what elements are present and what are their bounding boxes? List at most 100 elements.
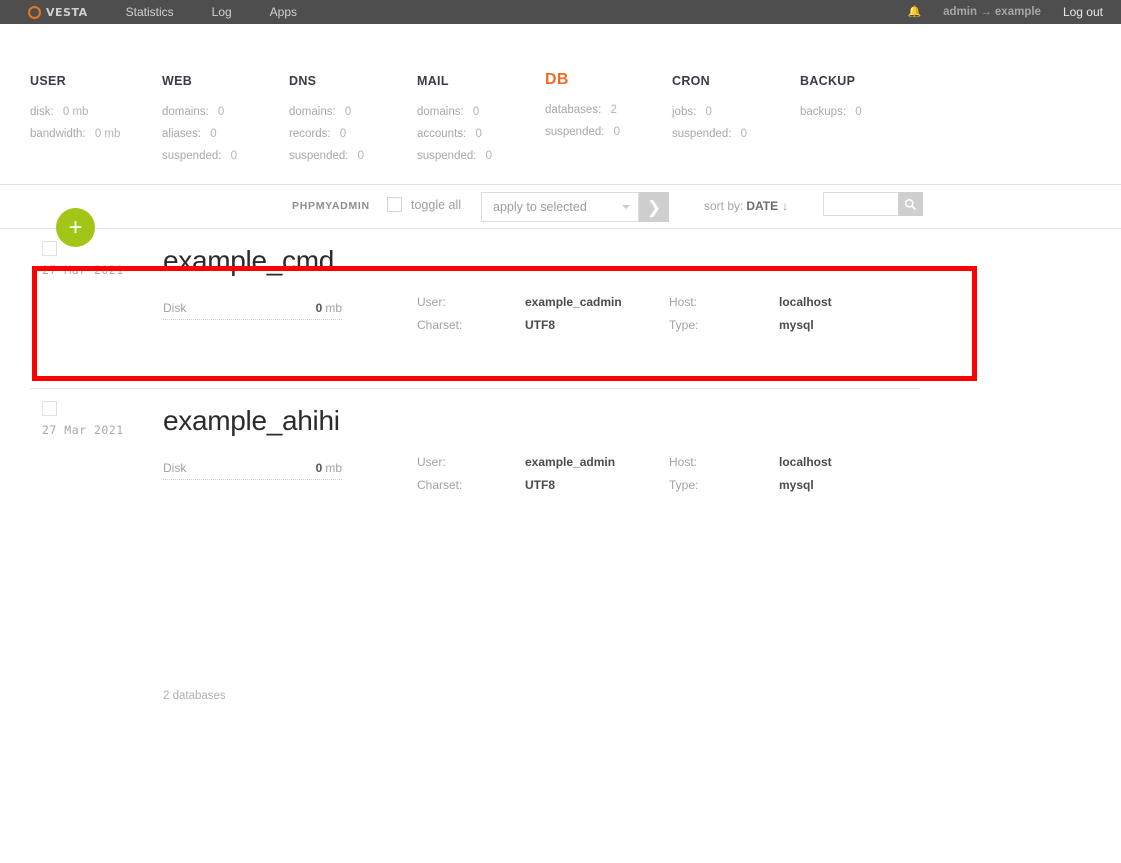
- stat-column-db[interactable]: DB databases: 2 suspended: 0: [545, 71, 620, 148]
- toggle-all-control[interactable]: toggle all: [387, 197, 461, 212]
- stat-row: records: 0: [289, 128, 364, 140]
- chevron-down-icon: [622, 205, 630, 209]
- user-context-label[interactable]: admin → example: [943, 6, 1041, 18]
- stat-column-backup[interactable]: BACKUP backups: 0: [800, 74, 862, 128]
- host-value: localhost: [779, 295, 832, 309]
- search-input[interactable]: [823, 192, 898, 216]
- disk-usage-block: Disk 0 mb: [163, 461, 342, 480]
- stats-panel: USER disk: 0 mb bandwidth: 0 mb WEB doma…: [0, 24, 1121, 205]
- stat-key: accounts:: [417, 128, 467, 140]
- stat-row: accounts: 0: [417, 128, 492, 140]
- sort-by-value: DATE: [746, 199, 779, 213]
- database-count-label: 2 databases: [163, 690, 226, 702]
- row-type-field: Type:: [669, 318, 698, 332]
- stat-key: suspended:: [417, 150, 477, 162]
- search-group: [823, 192, 923, 216]
- stat-row: databases: 2: [545, 104, 620, 116]
- stat-key: disk:: [30, 106, 54, 118]
- user-label: User:: [417, 295, 446, 309]
- nav-item-log[interactable]: Log: [212, 5, 232, 19]
- stat-value: 0: [855, 106, 862, 118]
- stat-column-dns[interactable]: DNS domains: 0 records: 0 suspended: 0: [289, 74, 364, 172]
- host-value: localhost: [779, 455, 832, 469]
- stat-key: suspended:: [162, 150, 222, 162]
- apply-to-selected-value: apply to selected: [493, 200, 587, 214]
- vesta-ring-icon: [28, 5, 41, 19]
- stat-key: jobs:: [672, 106, 697, 118]
- vesta-logo[interactable]: VESTA: [28, 5, 88, 19]
- top-navigation-bar: VESTA Statistics Log Apps 🔔 admin → exam…: [0, 0, 1121, 24]
- stat-key: suspended:: [545, 126, 605, 138]
- stat-value: 0: [357, 150, 365, 162]
- search-icon: [904, 198, 917, 210]
- disk-unit: mb: [325, 301, 342, 315]
- stat-row: jobs: 0: [672, 106, 747, 118]
- stat-title-mail: MAIL: [417, 74, 449, 88]
- user-value: example_admin: [525, 455, 616, 469]
- stat-value: 0: [740, 128, 748, 140]
- stat-value: 0: [339, 128, 347, 140]
- row-charset-value-wrap: UTF8: [525, 478, 555, 492]
- row-charset-value-wrap: UTF8: [525, 318, 555, 332]
- stat-row: suspended: 0: [289, 150, 364, 162]
- stat-column-mail[interactable]: MAIL domains: 0 accounts: 0 suspended: 0: [417, 74, 492, 172]
- phpmyadmin-link[interactable]: PHPMYADMIN: [292, 200, 370, 212]
- top-bar-right-group: 🔔 admin → example Log out: [907, 0, 1121, 24]
- row-type-value-wrap: mysql: [779, 318, 814, 332]
- type-label: Type:: [669, 478, 699, 492]
- disk-value-group: 0 mb: [316, 301, 342, 315]
- row-type-value-wrap: mysql: [779, 478, 814, 492]
- stat-title-backup: BACKUP: [800, 74, 856, 88]
- row-select-checkbox[interactable]: [42, 401, 57, 416]
- disk-usage-block: Disk 0 mb: [163, 301, 342, 320]
- nav-item-statistics[interactable]: Statistics: [126, 5, 174, 19]
- bell-icon[interactable]: 🔔: [907, 6, 921, 18]
- charset-value: UTF8: [525, 478, 555, 492]
- stat-title-user: USER: [30, 74, 66, 88]
- stat-row: suspended: 0: [417, 150, 492, 162]
- stat-key: aliases:: [162, 128, 201, 140]
- database-name[interactable]: example_ahihi: [163, 405, 340, 437]
- host-label: Host:: [669, 455, 698, 469]
- search-button[interactable]: [898, 192, 923, 216]
- stat-value: 0: [210, 128, 217, 140]
- table-row[interactable]: 27 Mar 2021 example_ahihi Disk 0 mb User:…: [0, 389, 1121, 549]
- stat-row: backups: 0: [800, 106, 862, 118]
- stat-row: domains: 0: [417, 106, 492, 118]
- stat-row: suspended: 0: [162, 150, 237, 162]
- database-list: 27 Mar 2021 example_cmd Disk 0 mb User: e…: [0, 229, 1121, 549]
- type-label: Type:: [669, 318, 699, 332]
- stat-key: bandwidth:: [30, 128, 86, 140]
- stat-column-web[interactable]: WEB domains: 0 aliases: 0 suspended: 0: [162, 74, 237, 172]
- stat-key: databases:: [545, 104, 602, 116]
- stat-column-cron[interactable]: CRON jobs: 0 suspended: 0: [672, 74, 747, 150]
- sort-by-label: sort by:: [704, 199, 744, 213]
- stat-key: domains:: [162, 106, 209, 118]
- stat-title-web: WEB: [162, 74, 193, 88]
- stat-title-dns: DNS: [289, 74, 317, 88]
- stat-value: 0 mb: [62, 106, 89, 118]
- database-name[interactable]: example_cmd: [163, 245, 334, 277]
- stat-value: 0: [217, 106, 225, 118]
- toggle-all-checkbox[interactable]: [387, 197, 402, 212]
- table-row[interactable]: 27 Mar 2021 example_cmd Disk 0 mb User: e…: [0, 229, 1121, 389]
- stat-row: bandwidth: 0 mb: [30, 128, 120, 140]
- stat-column-user[interactable]: USER disk: 0 mb bandwidth: 0 mb: [30, 74, 120, 150]
- apply-to-selected-select[interactable]: apply to selected: [481, 192, 639, 222]
- stat-key: domains:: [289, 106, 336, 118]
- disk-value-group: 0 mb: [316, 461, 342, 475]
- sort-direction-icon: ↓: [782, 199, 789, 213]
- row-host-value-wrap: localhost: [779, 295, 832, 309]
- stat-title-cron: CRON: [672, 74, 711, 88]
- stat-value: 0: [705, 106, 712, 118]
- nav-item-apps[interactable]: Apps: [270, 5, 297, 19]
- row-user-field: User:: [417, 455, 446, 469]
- plus-icon: +: [68, 213, 83, 241]
- row-select-checkbox[interactable]: [42, 241, 57, 256]
- charset-label: Charset:: [417, 318, 463, 332]
- add-database-button[interactable]: +: [56, 208, 95, 247]
- user-label: User:: [417, 455, 446, 469]
- sort-by-control[interactable]: sort by: DATE ↓: [704, 199, 788, 213]
- logout-button[interactable]: Log out: [1063, 5, 1103, 19]
- apply-go-button[interactable]: ❯: [639, 192, 669, 222]
